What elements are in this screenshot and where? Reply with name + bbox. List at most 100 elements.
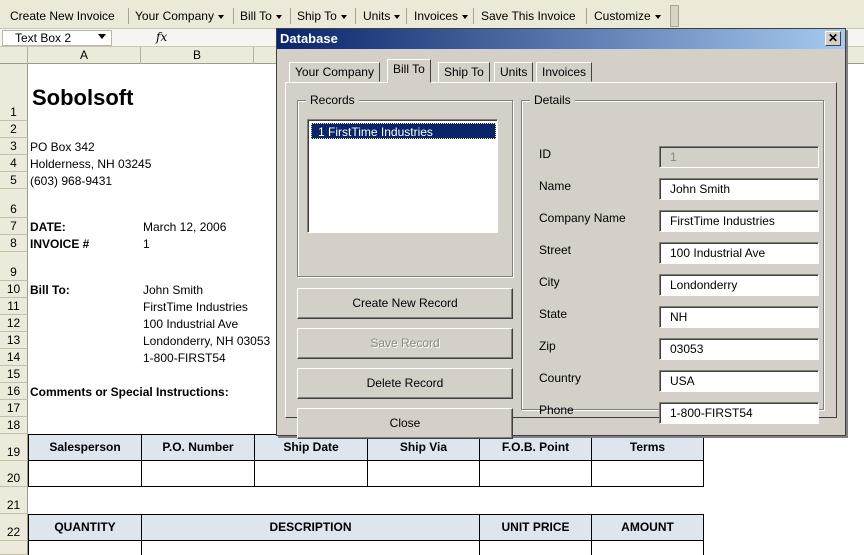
table-cell[interactable] — [479, 460, 592, 487]
your-company-menu[interactable]: Your Company — [131, 6, 228, 26]
row-header[interactable] — [0, 541, 28, 555]
invoices-label: Invoices — [414, 9, 459, 23]
tab-invoices[interactable]: Invoices — [536, 62, 593, 82]
name-box-dropdown-icon[interactable] — [98, 34, 106, 39]
tab-bill-to[interactable]: Bill To — [387, 59, 431, 83]
table-header-unit-price[interactable]: UNIT PRICE — [479, 514, 592, 541]
row-header[interactable]: 13 — [0, 332, 28, 349]
name-field[interactable]: John Smith — [659, 178, 819, 200]
row-header[interactable]: 4 — [0, 155, 28, 172]
close-icon[interactable]: ✕ — [825, 31, 841, 46]
row-header[interactable]: 9 — [0, 252, 28, 281]
select-all-corner[interactable] — [0, 47, 28, 64]
row-header[interactable]: 19 — [0, 434, 28, 461]
zip-label: Zip — [539, 339, 556, 353]
row-header[interactable]: 1 — [0, 64, 28, 121]
toolbar: Create New Invoice Your Company Bill To … — [0, 0, 864, 29]
phone-field[interactable]: 1-800-FIRST54 — [659, 402, 819, 424]
toolbar-options-grip[interactable] — [670, 5, 679, 27]
toolbar-separator — [290, 8, 291, 24]
table-cell[interactable] — [254, 460, 368, 487]
dialog-title: Database — [280, 31, 338, 46]
customize-label: Customize — [594, 9, 651, 23]
list-item[interactable]: 1 FirstTime Industries — [311, 123, 496, 139]
table-header-salesperson[interactable]: Salesperson — [28, 434, 142, 461]
street-field[interactable]: 100 Industrial Ave — [659, 242, 819, 264]
table-cell[interactable] — [141, 460, 255, 487]
row-header[interactable]: 11 — [0, 298, 28, 315]
units-menu[interactable]: Units — [359, 6, 404, 26]
id-label: ID — [539, 147, 551, 161]
close-button[interactable]: Close — [297, 408, 513, 439]
company-phone: (603) 968-9431 — [30, 174, 113, 188]
records-list[interactable]: 1 FirstTime Industries — [307, 119, 498, 233]
row-header[interactable]: 10 — [0, 281, 28, 298]
row-header[interactable]: 20 — [0, 461, 28, 487]
tab-ship-to[interactable]: Ship To — [438, 62, 490, 82]
row-header[interactable]: 7 — [0, 218, 28, 235]
row-header[interactable]: 12 — [0, 315, 28, 332]
table-header-description[interactable]: DESCRIPTION — [141, 514, 480, 541]
column-header-b[interactable]: B — [141, 47, 254, 64]
table-header-po-number[interactable]: P.O. Number — [141, 434, 255, 461]
ship-to-menu[interactable]: Ship To — [293, 6, 351, 26]
row-header[interactable]: 14 — [0, 349, 28, 366]
table-cell[interactable] — [591, 460, 704, 487]
company-name-field[interactable]: FirstTime Industries — [659, 210, 819, 232]
tab-label: Units — [500, 65, 528, 79]
row-header[interactable]: 6 — [0, 189, 28, 218]
create-new-invoice-button[interactable]: Create New Invoice — [6, 6, 119, 26]
table-cell[interactable] — [479, 540, 592, 555]
table-cell[interactable] — [367, 460, 480, 487]
table-cell[interactable] — [28, 460, 142, 487]
name-label: Name — [539, 179, 572, 193]
bill-to-heading: Bill To: — [30, 283, 70, 297]
table-cell[interactable] — [28, 540, 142, 555]
column-header-a[interactable]: A — [28, 47, 141, 64]
database-dialog: Database ✕ Your Company Bill To Ship To … — [276, 28, 846, 439]
phone-label: Phone — [539, 403, 574, 417]
customize-menu[interactable]: Customize — [590, 6, 665, 26]
address-line-1: PO Box 342 — [30, 140, 95, 154]
toolbar-separator — [406, 8, 407, 24]
comments-label: Comments or Special Instructions: — [30, 385, 229, 399]
create-new-invoice-label: Create New Invoice — [10, 9, 115, 23]
date-value: March 12, 2006 — [143, 220, 227, 234]
row-header[interactable]: 16 — [0, 383, 28, 400]
delete-record-button[interactable]: Delete Record — [297, 368, 513, 399]
row-header[interactable]: 8 — [0, 235, 28, 252]
zip-field[interactable]: 03053 — [659, 338, 819, 360]
function-icon[interactable]: fx — [156, 30, 167, 44]
row-header[interactable]: 15 — [0, 366, 28, 383]
row-header[interactable]: 5 — [0, 172, 28, 189]
tab-your-company[interactable]: Your Company — [289, 62, 380, 82]
save-record-button[interactable]: Save Record — [297, 328, 513, 359]
row-header[interactable]: 3 — [0, 138, 28, 155]
chevron-down-icon — [394, 14, 401, 19]
records-group: Records 1 FirstTime Industries — [297, 93, 513, 277]
create-new-record-button[interactable]: Create New Record — [297, 288, 513, 319]
dialog-titlebar[interactable]: Database ✕ — [277, 29, 845, 49]
bill-to-menu[interactable]: Bill To — [236, 6, 286, 26]
country-field[interactable]: USA — [659, 370, 819, 392]
table-header-amount[interactable]: AMOUNT — [591, 514, 704, 541]
row-header[interactable]: 18 — [0, 417, 28, 434]
details-group-label: Details — [530, 93, 575, 107]
table-header-quantity[interactable]: QUANTITY — [28, 514, 142, 541]
city-field[interactable]: Londonderry — [659, 274, 819, 296]
row-header[interactable]: 21 — [0, 487, 28, 514]
country-label: Country — [539, 371, 582, 385]
invoices-menu[interactable]: Invoices — [410, 6, 472, 26]
save-this-invoice-button[interactable]: Save This Invoice — [477, 6, 580, 26]
row-header[interactable]: 22 — [0, 514, 28, 541]
tab-label: Bill To — [393, 62, 425, 76]
state-field[interactable]: NH — [659, 306, 819, 328]
name-box[interactable]: Text Box 2 — [2, 30, 112, 46]
row-header[interactable]: 17 — [0, 400, 28, 417]
row-header[interactable]: 2 — [0, 121, 28, 138]
tab-units[interactable]: Units — [494, 62, 534, 82]
table-cell[interactable] — [591, 540, 704, 555]
table-header-terms[interactable]: Terms — [591, 434, 704, 461]
company-name-label: Company Name — [539, 211, 626, 225]
table-cell[interactable] — [141, 540, 480, 555]
